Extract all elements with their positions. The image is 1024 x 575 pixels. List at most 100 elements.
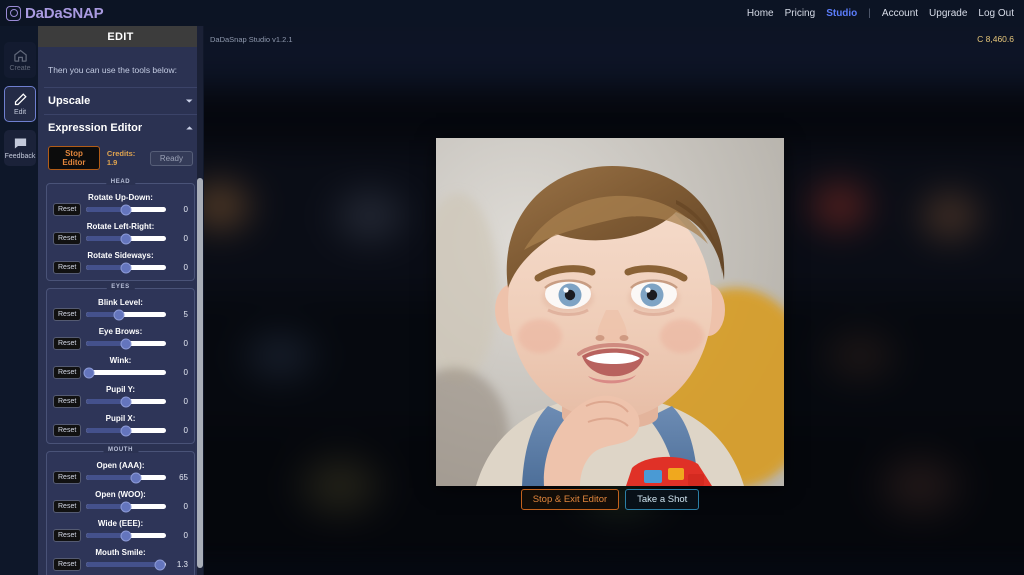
slider-value: 0	[183, 502, 188, 511]
home-icon	[13, 49, 27, 62]
brand-name: DaDaSNAP	[25, 4, 104, 22]
slider-value: 65	[179, 473, 188, 482]
message-icon	[14, 138, 26, 149]
scrollbar-thumb[interactable]	[197, 178, 203, 568]
slider-group-eyes: EYES Blink Level: Reset 5 Eye Brows: Res…	[46, 284, 195, 444]
slider-track[interactable]	[86, 530, 166, 541]
nav-link-account[interactable]: Account	[882, 8, 918, 19]
reset-button[interactable]: Reset	[53, 500, 82, 513]
slider-knob[interactable]	[120, 530, 132, 541]
slider-value: 0	[183, 531, 188, 540]
reset-button[interactable]: Reset	[53, 203, 82, 216]
slider-value: 0	[183, 234, 188, 243]
slider-track[interactable]	[86, 338, 166, 349]
slider-track[interactable]	[86, 559, 166, 570]
slider-knob[interactable]	[130, 472, 142, 483]
slider-label: Rotate Sideways:	[87, 251, 154, 260]
slider-value: 5	[183, 310, 188, 319]
slider-knob[interactable]	[120, 204, 132, 215]
slider-label: Rotate Up-Down:	[88, 193, 153, 202]
sidebar-item-edit-label: Edit	[13, 109, 27, 116]
reset-button[interactable]: Reset	[53, 424, 82, 437]
slider-rotate-up-down: Rotate Up-Down: Reset 0	[53, 193, 188, 216]
slider-label: Eye Brows:	[98, 327, 143, 336]
slider-value: 0	[183, 426, 188, 435]
left-icon-rail: Create Edit Feedback	[0, 26, 40, 575]
main-stage: DaDaSnap Studio v1.2.1 C 8,460.6 Stop & …	[200, 26, 1024, 575]
edit-panel-body: Then you can use the tools below: Upscal…	[38, 47, 203, 575]
slider-value: 0	[183, 368, 188, 377]
sidebar-item-feedback-label: Feedback	[4, 153, 36, 160]
slider-group-head: HEAD Rotate Up-Down: Reset 0 Rotate Left…	[46, 179, 195, 281]
studio-version-label: DaDaSnap Studio v1.2.1	[210, 34, 293, 44]
accordion-expression-editor[interactable]: Expression Editor ⏶	[44, 114, 197, 141]
slider-open-woo: Open (WOO): Reset 0	[53, 490, 188, 513]
slider-knob[interactable]	[154, 559, 166, 570]
slider-fill	[86, 475, 136, 480]
edit-panel-scroll-content: Then you can use the tools below: Upscal…	[38, 47, 203, 575]
stop-and-exit-editor-button[interactable]: Stop & Exit Editor	[520, 489, 620, 510]
slider-track[interactable]	[86, 309, 166, 320]
slider-knob[interactable]	[120, 396, 132, 407]
slider-wide-eee: Wide (EEE): Reset 0	[53, 519, 188, 542]
slider-label: Pupil Y:	[105, 385, 136, 394]
chevron-down-icon: ⏷	[185, 95, 193, 106]
image-preview[interactable]	[436, 138, 784, 486]
stop-editor-button[interactable]: Stop Editor	[48, 146, 100, 170]
slider-track[interactable]	[86, 425, 166, 436]
credits-cost-label: Credits: 1.9	[106, 149, 136, 167]
slider-knob[interactable]	[120, 338, 132, 349]
reset-button[interactable]: Reset	[53, 558, 82, 571]
slider-knob[interactable]	[113, 309, 125, 320]
reset-button[interactable]: Reset	[53, 529, 82, 542]
slider-label: Mouth Smile:	[95, 548, 146, 557]
nav-link-upgrade[interactable]: Upgrade	[929, 8, 967, 19]
sidebar-item-feedback[interactable]: Feedback	[4, 130, 36, 166]
slider-track[interactable]	[86, 204, 166, 215]
slider-track[interactable]	[86, 472, 166, 483]
slider-knob[interactable]	[120, 425, 132, 436]
slider-open-aaa: Open (AAA): Reset 65	[53, 461, 188, 484]
take-a-shot-button[interactable]: Take a Shot	[625, 489, 700, 510]
slider-track[interactable]	[86, 396, 166, 407]
brand-logo[interactable]: DaDaSNAP	[0, 4, 104, 22]
nav-link-logout[interactable]: Log Out	[978, 8, 1014, 19]
slider-knob[interactable]	[120, 262, 132, 273]
slider-pupil-x: Pupil X: Reset 0	[53, 414, 188, 437]
preview-photo	[436, 138, 784, 486]
sidebar-item-create[interactable]: Create	[4, 42, 36, 78]
accordion-upscale[interactable]: Upscale ⏷	[44, 87, 197, 114]
slider-fill	[86, 562, 161, 567]
stage-header: DaDaSnap Studio v1.2.1 C 8,460.6	[200, 26, 1024, 52]
reset-button[interactable]: Reset	[53, 366, 82, 379]
slider-value: 1.3	[176, 560, 188, 569]
reset-button[interactable]: Reset	[53, 232, 82, 245]
editor-action-buttons: Stop & Exit Editor Take a Shot	[436, 489, 784, 510]
nav-link-pricing[interactable]: Pricing	[785, 8, 816, 19]
slider-track[interactable]	[86, 233, 166, 244]
reset-button[interactable]: Reset	[53, 471, 82, 484]
nav-link-studio[interactable]: Studio	[826, 8, 857, 19]
edit-panel-scrollbar[interactable]	[197, 26, 203, 575]
sidebar-item-edit[interactable]: Edit	[4, 86, 36, 122]
slider-track[interactable]	[83, 367, 166, 378]
slider-knob[interactable]	[120, 501, 132, 512]
slider-label: Pupil X:	[105, 414, 136, 423]
slider-rotate-left-right: Rotate Left-Right: Reset 0	[53, 222, 188, 245]
slider-knob[interactable]	[83, 367, 95, 378]
reset-button[interactable]: Reset	[53, 261, 82, 274]
slider-label: Open (AAA):	[96, 461, 145, 470]
slider-value: 0	[183, 205, 188, 214]
sidebar-item-create-label: Create	[9, 65, 31, 72]
status-badge: Ready	[149, 150, 193, 166]
slider-group-eyes-title: EYES	[106, 284, 135, 290]
reset-button[interactable]: Reset	[53, 337, 82, 350]
reset-button[interactable]: Reset	[53, 308, 82, 321]
nav-link-home[interactable]: Home	[747, 8, 774, 19]
tools-hint-text: Then you can use the tools below:	[48, 65, 177, 75]
nav-separator: |	[868, 7, 871, 19]
slider-track[interactable]	[86, 501, 166, 512]
slider-knob[interactable]	[120, 233, 132, 244]
slider-track[interactable]	[86, 262, 166, 273]
reset-button[interactable]: Reset	[53, 395, 82, 408]
